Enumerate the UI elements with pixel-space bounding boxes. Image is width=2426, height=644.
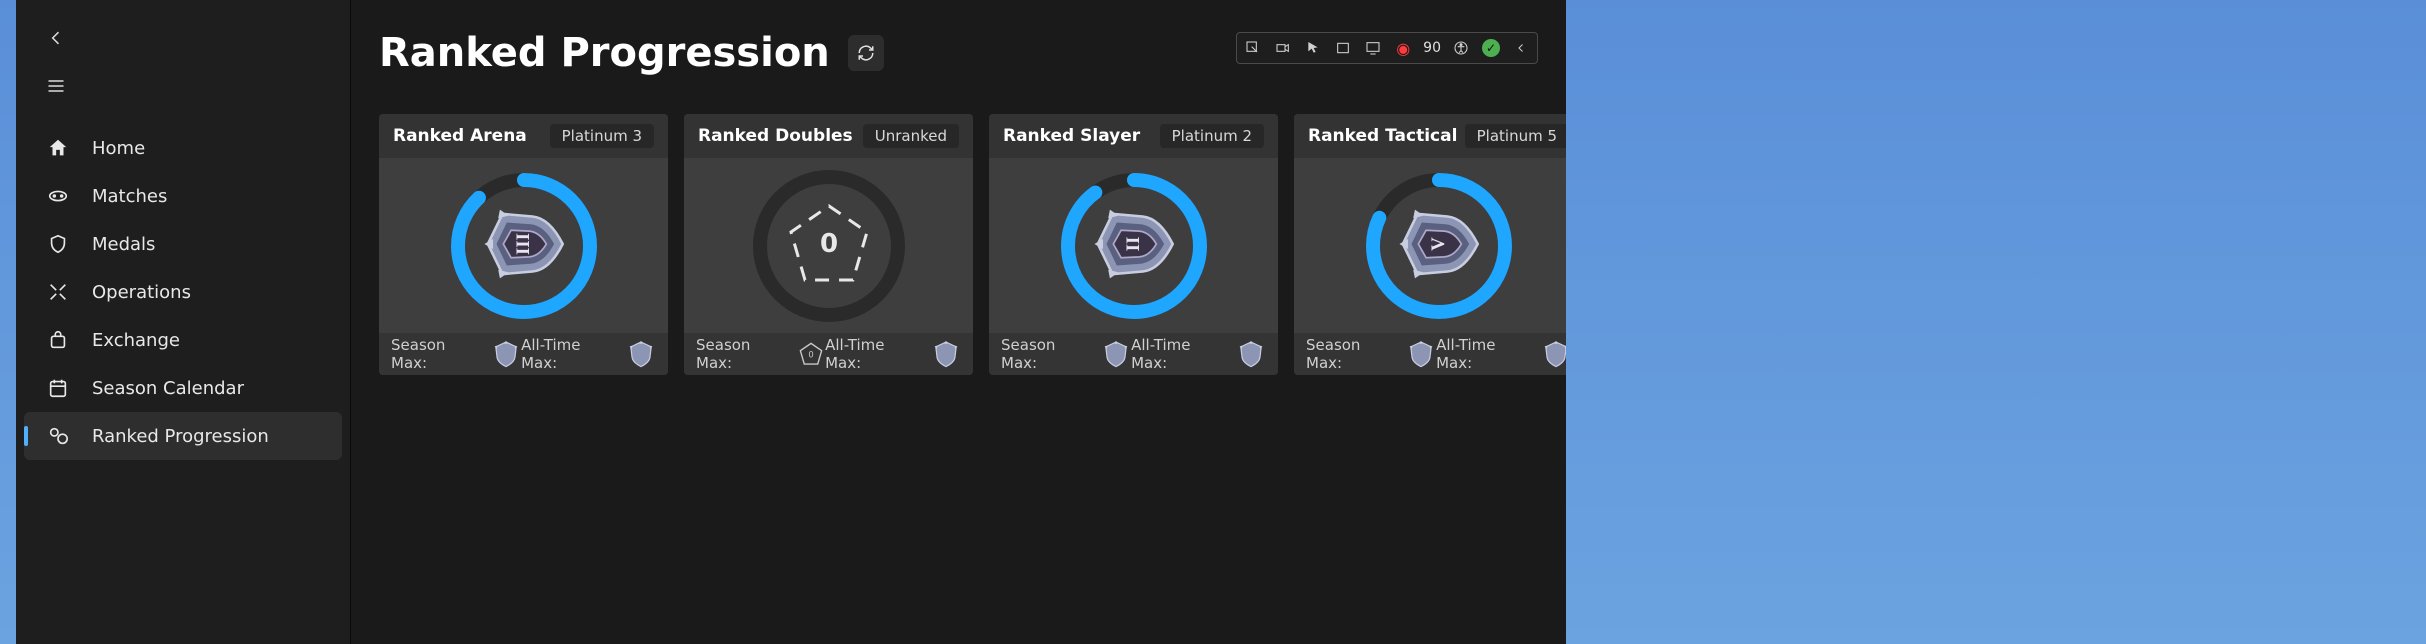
sidebar-item-label: Ranked Progression	[92, 426, 269, 447]
sidebar-item-ranked-progression[interactable]: Ranked Progression	[24, 412, 342, 460]
card-footer: Season Max: All-Time Max:	[1294, 333, 1566, 375]
svg-text:0: 0	[819, 229, 837, 259]
cards-grid: Ranked Arena Platinum 3 III Season Max:	[379, 114, 1538, 375]
sidebar-item-season-calendar[interactable]: Season Calendar	[24, 364, 342, 412]
sidebar-item-label: Medals	[92, 234, 155, 255]
alltime-max-label: All-Time Max:	[521, 336, 618, 372]
progress-ring: V	[1363, 170, 1515, 322]
shield-icon	[46, 232, 70, 256]
card-header: Ranked Slayer Platinum 2	[989, 114, 1278, 158]
alltime-max-icon	[931, 339, 961, 369]
sidebar-item-matches[interactable]: Matches	[24, 172, 342, 220]
alltime-max-label: All-Time Max:	[1131, 336, 1228, 372]
debug-toolbar: ◉ 90 ✓	[1236, 32, 1538, 64]
season-max-label: Season Max:	[391, 336, 483, 372]
alltime-max-icon	[1541, 339, 1566, 369]
record-icon[interactable]: ◉	[1393, 38, 1413, 58]
nav-list: Home Matches Medals Operations	[16, 124, 350, 460]
refresh-icon	[857, 44, 875, 62]
alltime-max-icon	[626, 339, 656, 369]
card-title: Ranked Tactical	[1308, 126, 1457, 146]
hamburger-icon	[46, 76, 66, 96]
card-title: Ranked Doubles	[698, 126, 853, 146]
sidebar-item-label: Operations	[92, 282, 191, 303]
rank-pill: Platinum 5	[1465, 124, 1566, 148]
card-title: Ranked Arena	[393, 126, 527, 146]
card-body: V	[1294, 158, 1566, 333]
controller-icon	[46, 184, 70, 208]
card-body: II	[989, 158, 1278, 333]
home-icon	[46, 136, 70, 160]
card-header: Ranked Arena Platinum 3	[379, 114, 668, 158]
video-icon[interactable]	[1273, 38, 1293, 58]
bag-icon	[46, 328, 70, 352]
card-body: 0	[684, 158, 973, 333]
card-footer: Season Max: All-Time Max:	[989, 333, 1278, 375]
season-max-label: Season Max:	[1306, 336, 1398, 372]
sidebar-item-label: Matches	[92, 186, 167, 207]
rank-pill: Unranked	[863, 124, 959, 148]
svg-text:III: III	[513, 232, 534, 254]
alltime-max-label: All-Time Max:	[825, 336, 923, 372]
rank-card[interactable]: Ranked Arena Platinum 3 III Season Max:	[379, 114, 668, 375]
refresh-button[interactable]	[848, 35, 884, 71]
card-header: Ranked Doubles Unranked	[684, 114, 973, 158]
alltime-max-label: All-Time Max:	[1436, 336, 1533, 372]
sidebar-item-home[interactable]: Home	[24, 124, 342, 172]
window-icon[interactable]	[1333, 38, 1353, 58]
page-title: Ranked Progression	[379, 30, 830, 76]
accessibility-icon[interactable]	[1451, 38, 1471, 58]
card-footer: Season Max: 0 All-Time Max:	[684, 333, 973, 375]
sidebar-item-label: Season Calendar	[92, 378, 244, 399]
season-max-icon	[1101, 339, 1131, 369]
menu-button[interactable]	[36, 66, 76, 106]
season-max-icon: 0	[797, 340, 825, 368]
rank-shield-icon: III	[481, 201, 567, 291]
svg-text:0: 0	[808, 349, 813, 359]
sidebar-item-medals[interactable]: Medals	[24, 220, 342, 268]
inspect-icon[interactable]	[1243, 38, 1263, 58]
rank-shield-icon: V	[1396, 201, 1482, 291]
season-max-label: Season Max:	[1001, 336, 1093, 372]
rank-card[interactable]: Ranked Slayer Platinum 2 II Season Max:	[989, 114, 1278, 375]
sidebar-item-label: Exchange	[92, 330, 180, 351]
svg-text:II: II	[1123, 236, 1144, 251]
progress-ring: II	[1058, 170, 1210, 322]
card-title: Ranked Slayer	[1003, 126, 1140, 146]
rank-icon	[46, 424, 70, 448]
cursor-icon[interactable]	[1303, 38, 1323, 58]
back-button[interactable]	[36, 18, 76, 58]
unranked-pentagon-icon: 0	[779, 194, 879, 298]
calendar-icon	[46, 376, 70, 400]
rank-shield-icon: II	[1091, 201, 1177, 291]
sidebar: Home Matches Medals Operations	[16, 0, 351, 644]
card-footer: Season Max: All-Time Max:	[379, 333, 668, 375]
sidebar-item-operations[interactable]: Operations	[24, 268, 342, 316]
record-value: 90	[1423, 40, 1441, 56]
card-header: Ranked Tactical Platinum 5	[1294, 114, 1566, 158]
operations-icon	[46, 280, 70, 304]
main-content: Ranked Progression ◉ 90 ✓ Ranked Arena P…	[351, 0, 1566, 644]
unranked-ring: 0	[753, 170, 905, 322]
rank-card[interactable]: Ranked Tactical Platinum 5 V Season Max:	[1294, 114, 1566, 375]
arrow-left-icon	[46, 28, 66, 48]
sidebar-item-label: Home	[92, 138, 145, 159]
rank-pill: Platinum 2	[1160, 124, 1264, 148]
svg-text:V: V	[1428, 236, 1449, 250]
progress-ring: III	[448, 170, 600, 322]
season-max-icon	[491, 339, 521, 369]
status-ok-icon[interactable]: ✓	[1481, 38, 1501, 58]
alltime-max-icon	[1236, 339, 1266, 369]
season-max-icon	[1406, 339, 1436, 369]
sidebar-item-exchange[interactable]: Exchange	[24, 316, 342, 364]
season-max-label: Season Max:	[696, 336, 789, 372]
app-window: Home Matches Medals Operations	[16, 0, 1566, 644]
title-row: Ranked Progression ◉ 90 ✓	[379, 30, 1538, 76]
rank-pill: Platinum 3	[550, 124, 654, 148]
card-body: III	[379, 158, 668, 333]
rank-card[interactable]: Ranked Doubles Unranked 0 Season Max: 0 …	[684, 114, 973, 375]
chevron-left-icon[interactable]	[1511, 38, 1531, 58]
cast-icon[interactable]	[1363, 38, 1383, 58]
